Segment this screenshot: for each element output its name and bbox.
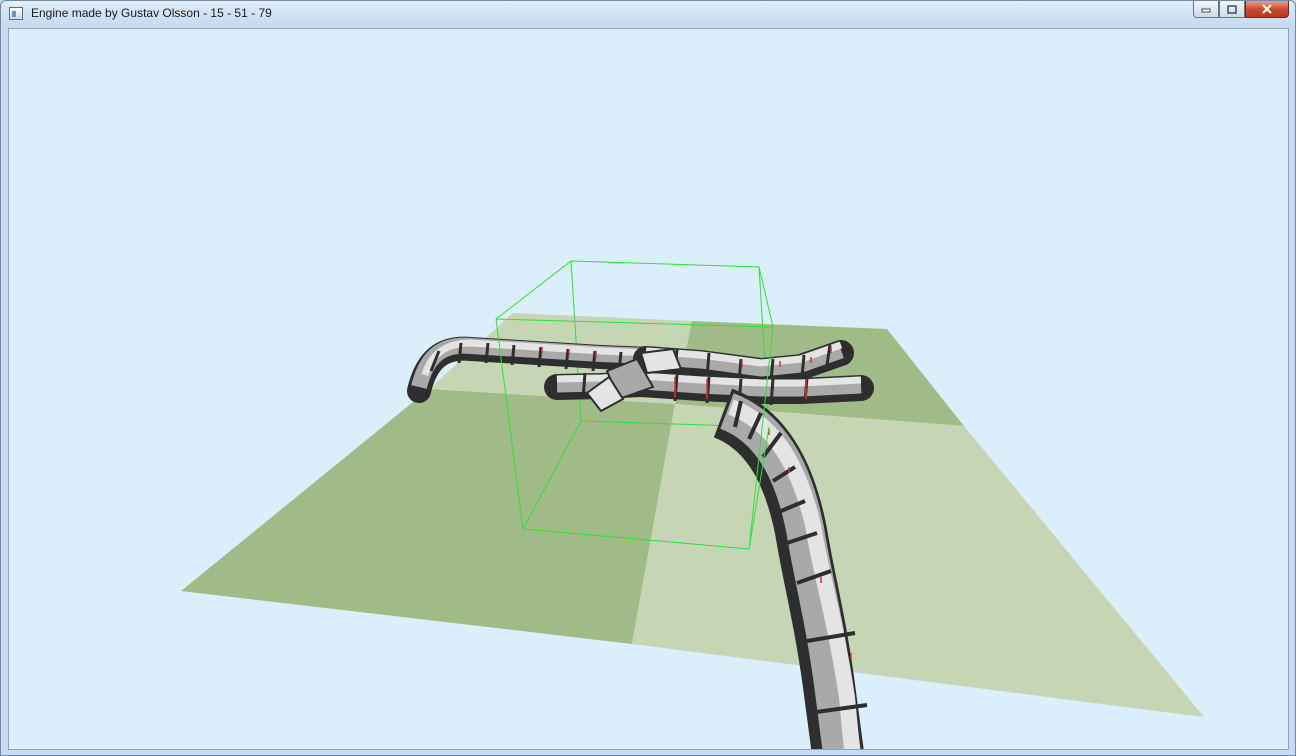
maximize-button[interactable] xyxy=(1219,1,1245,18)
maximize-icon xyxy=(1227,4,1237,14)
ground-tile xyxy=(181,389,675,644)
minimize-icon xyxy=(1201,8,1211,13)
close-button[interactable] xyxy=(1245,1,1289,18)
scene-canvas xyxy=(181,260,1204,750)
viewport-bottom-mask xyxy=(781,749,901,750)
window-title: Engine made by Gustav Olsson - 15 - 51 -… xyxy=(31,6,272,20)
window-app-icon[interactable] xyxy=(9,7,23,20)
minimize-button[interactable] xyxy=(1193,1,1219,18)
close-icon xyxy=(1262,4,1272,14)
ground-tile xyxy=(632,404,1204,717)
render-viewport[interactable] xyxy=(8,28,1289,750)
title-bar[interactable]: Engine made by Gustav Olsson - 15 - 51 -… xyxy=(1,1,1295,29)
application-window: Engine made by Gustav Olsson - 15 - 51 -… xyxy=(0,0,1296,756)
creature-body-block xyxy=(639,347,683,375)
caption-buttons xyxy=(1193,1,1289,19)
